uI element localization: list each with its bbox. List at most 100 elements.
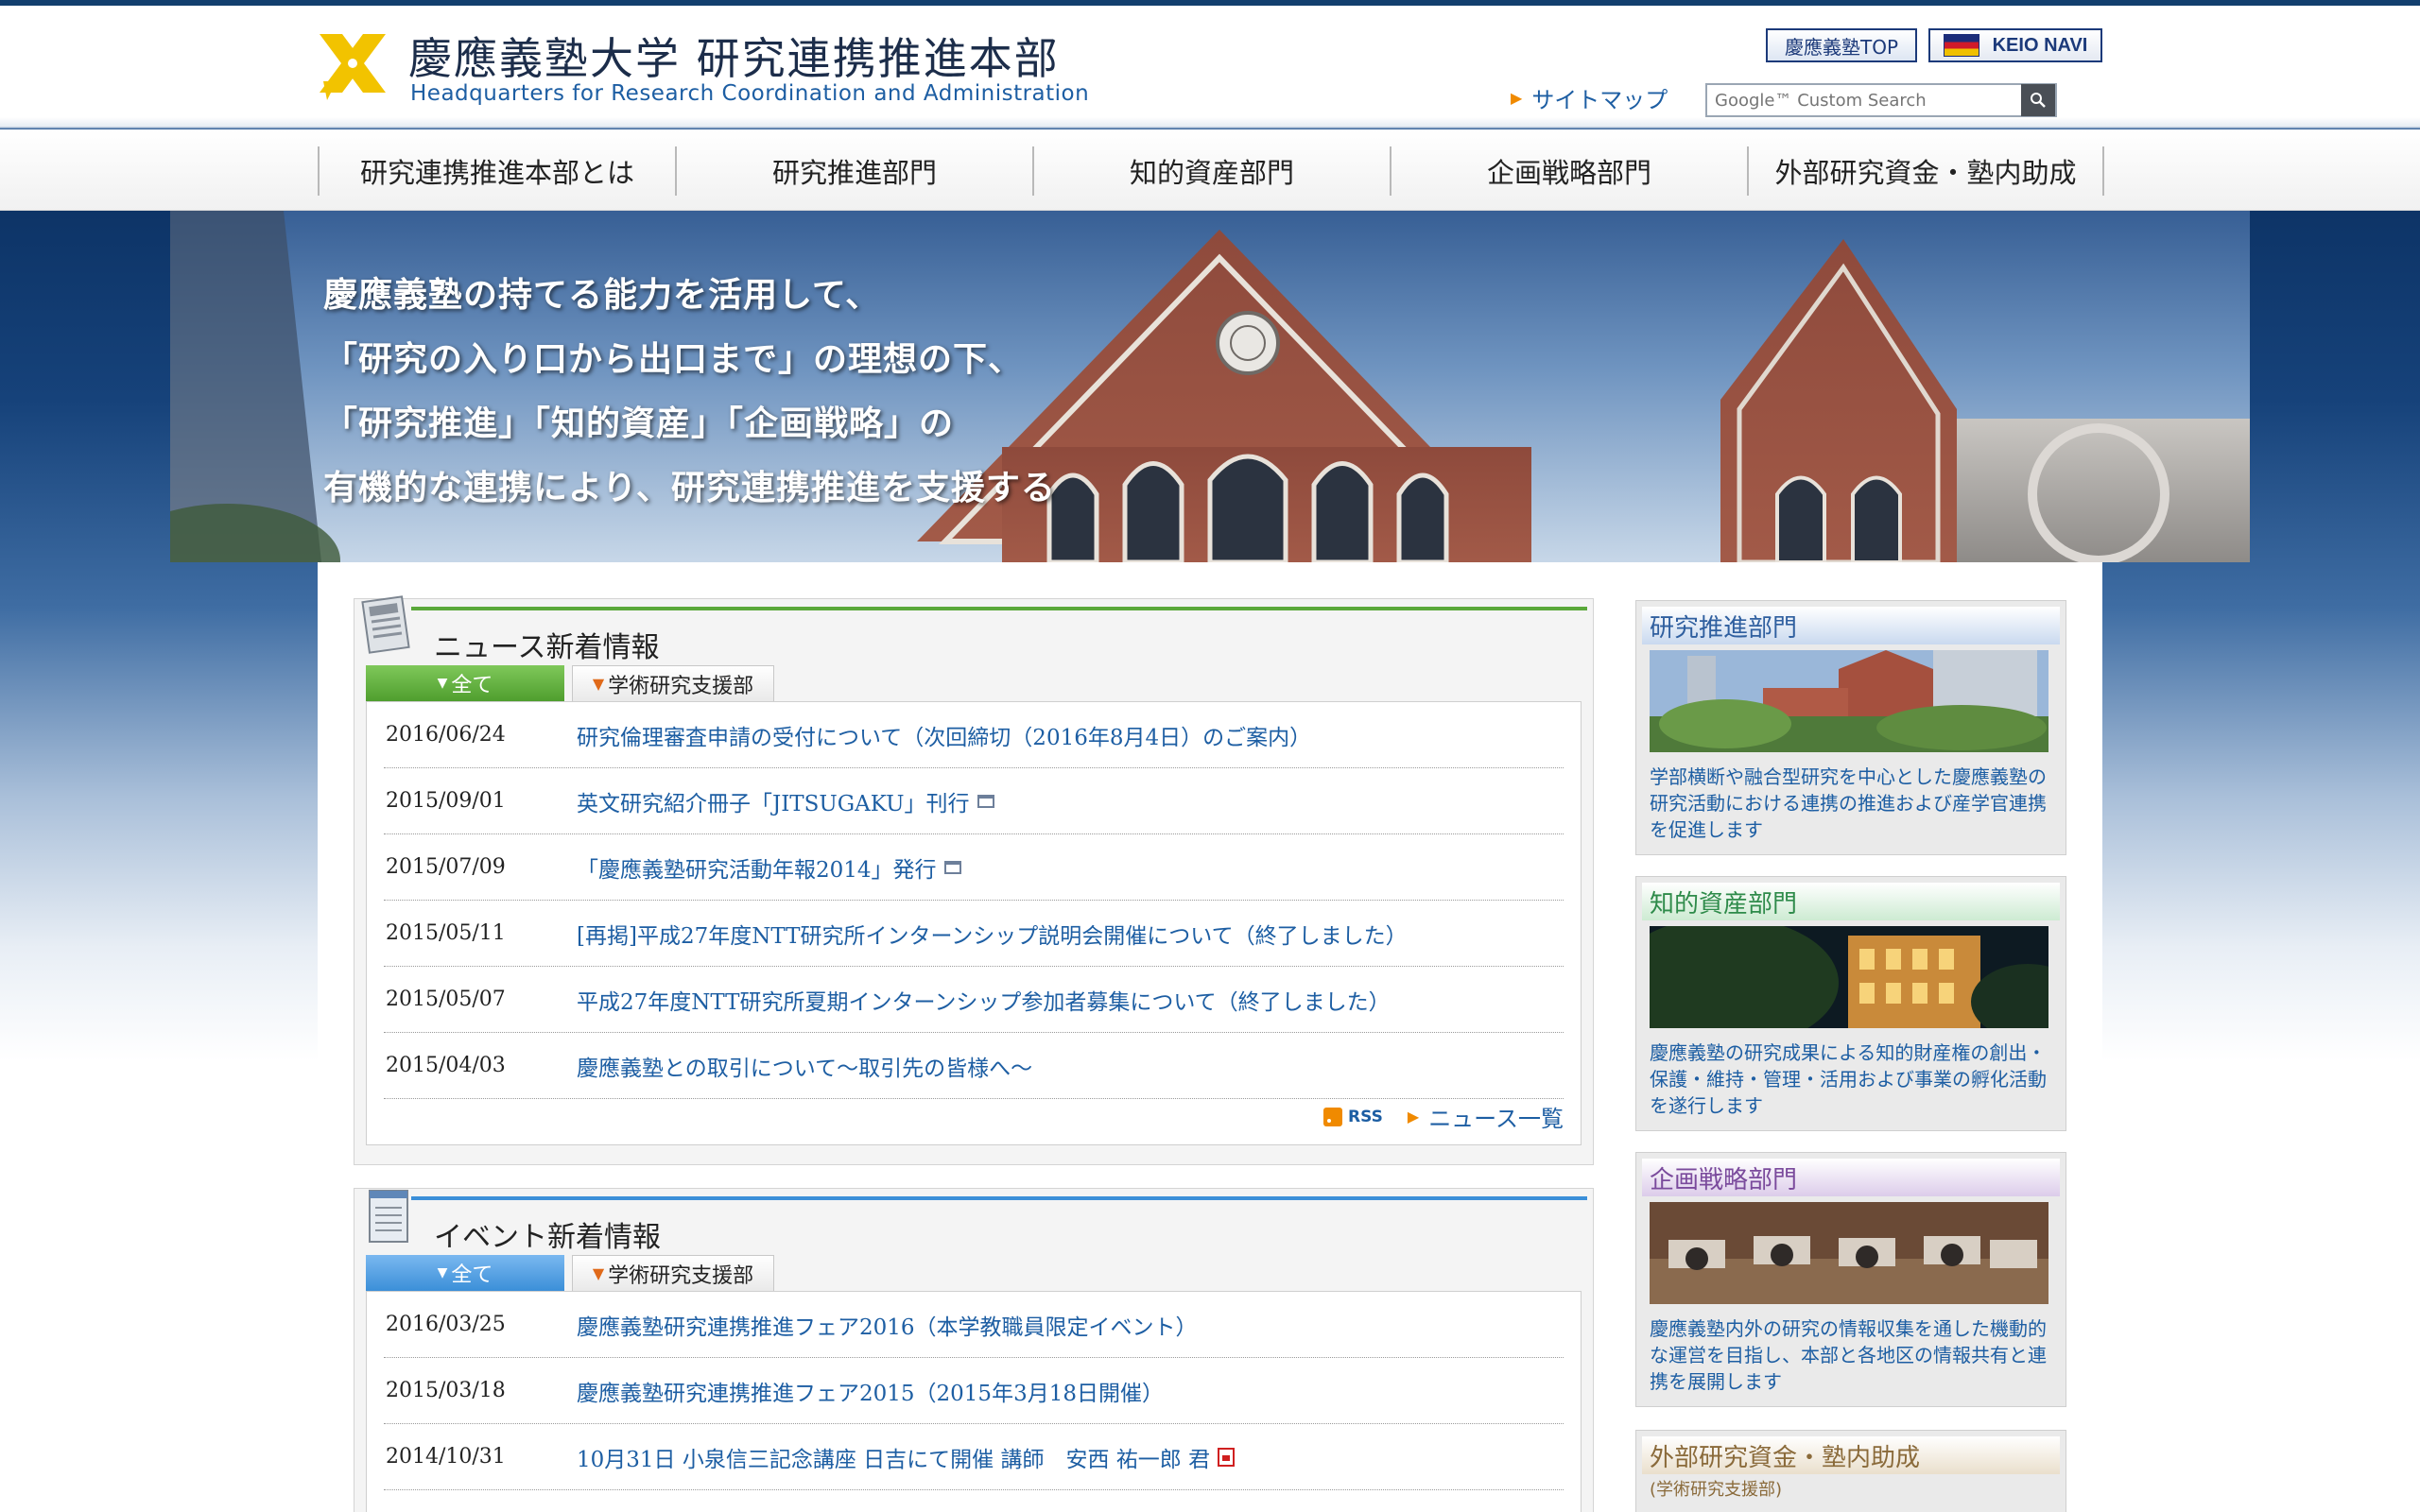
sidebar-planning-title[interactable]: 企画戦略部門 (1642, 1159, 2060, 1196)
sidebar-research-text: 学部横断や融合型研究を中心とした慶應義塾の研究活動における連携の推進および産学官… (1650, 765, 2047, 841)
tab-news-dept[interactable]: ▼ 学術研究支援部 (572, 665, 774, 701)
news-panel: ニュース新着情報 ▼ 全て ▼ 学術研究支援部 2016/06/24 研究倫理審… (354, 595, 1594, 1165)
global-nav: 研究連携推進本部とは 研究推進部門 知的資産部門 企画戦略部門 外部研究資金・塾… (0, 129, 2420, 211)
nav-item-ip[interactable]: 知的資産部門 (1032, 146, 1390, 196)
news-item[interactable]: 2015/09/01 英文研究紹介冊子「JITSUGAKU」刊行 (384, 768, 1564, 834)
news-title-link[interactable]: 英文研究紹介冊子「JITSUGAKU」刊行 (577, 785, 994, 817)
window-icon (943, 860, 961, 874)
sitemap-link[interactable]: ▶ サイトマップ (1511, 81, 1668, 114)
main-container: ニュース新着情報 ▼ 全て ▼ 学術研究支援部 2016/06/24 研究倫理審… (318, 562, 2102, 1512)
sidebar-planning-text: 慶應義塾内外の研究の情報収集を通した機動的な運営を目指し、本部と各地区の情報共有… (1650, 1317, 2047, 1393)
news-title-link[interactable]: 平成27年度NTT研究所夏期インターンシップ参加者募集について（終了しました） (577, 984, 1391, 1016)
hero-line: 「研究の入り口から出口まで」の理想の下、 (323, 339, 1024, 379)
news-item[interactable]: 2016/06/24 研究倫理審査申請の受付について（次回締切（2016年8月4… (384, 702, 1564, 768)
sidebar-research[interactable]: 研究推進部門 学部横断や融合型研究を中心とした慶應義塾の研究活動における連携の推… (1635, 600, 2066, 855)
keio-navi-button[interactable]: KEIO NAVI (1928, 28, 2102, 62)
newspaper-icon (361, 595, 410, 654)
hero-line: 「研究推進」「知的資産」「企画戦略」の (323, 404, 955, 443)
event-list: 2016/03/25 慶應義塾研究連携推進フェア2016（本学教職員限定イベント… (366, 1291, 1582, 1512)
keio-top-label: 慶應義塾TOP (1784, 35, 1899, 59)
event-panel-header: イベント新着情報 (354, 1189, 1593, 1254)
sidebar-funding[interactable]: 外部研究資金・塾内助成 (学術研究支援部) (1635, 1430, 2066, 1512)
sitemap-label: サイトマップ (1531, 87, 1668, 113)
ip-building-image[interactable] (1612, 917, 2084, 1049)
news-header-line (411, 607, 1587, 610)
nav-item-about[interactable]: 研究連携推進本部とは (318, 146, 675, 196)
news-item[interactable]: 2015/04/03 慶應義塾との取引について〜取引先の皆様へ〜 (384, 1033, 1564, 1099)
nav-item-planning[interactable]: 企画戦略部門 (1390, 146, 1747, 196)
news-date: 2016/06/24 (386, 723, 506, 747)
event-item[interactable]: 2015/03/18 慶應義塾研究連携推進フェア2015（2015年3月18日開… (384, 1358, 1564, 1424)
event-tabs: ▼ 全て ▼ 学術研究支援部 (366, 1255, 774, 1291)
site-subtitle[interactable]: Headquarters for Research Coordination a… (410, 81, 1089, 106)
sidebar-funding-title[interactable]: 外部研究資金・塾内助成 (1642, 1436, 2060, 1474)
news-tabs: ▼ 全て ▼ 学術研究支援部 (366, 665, 774, 701)
event-item[interactable]: 2016/03/25 慶應義塾研究連携推進フェア2016（本学教職員限定イベント… (384, 1292, 1564, 1358)
tab-news-all[interactable]: ▼ 全て (366, 665, 564, 701)
event-title-text: 慶應義塾研究連携推進フェア2016（本学教職員限定イベント） (577, 1314, 1198, 1340)
tab-events-all-label: 全て (451, 1263, 493, 1287)
hero-line: 有機的な連携により、研究連携推進を支援する (323, 468, 1056, 507)
event-panel: イベント新着情報 ▼ 全て ▼ 学術研究支援部 2016/03/25 慶應義塾研… (354, 1188, 1594, 1512)
news-item[interactable]: 2015/05/07 平成27年度NTT研究所夏期インターンシップ参加者募集につ… (384, 967, 1564, 1033)
news-list: 2016/06/24 研究倫理審査申請の受付について（次回締切（2016年8月4… (366, 701, 1582, 1145)
sidebar-research-title[interactable]: 研究推進部門 (1642, 607, 2060, 644)
rss-icon (1323, 1107, 1343, 1126)
tab-news-all-label: 全て (451, 674, 493, 697)
news-date: 2015/07/09 (386, 855, 506, 879)
news-title-link[interactable]: 研究倫理審査申請の受付について（次回締切（2016年8月4日）のご案内） (577, 719, 1311, 751)
sidebar-ip[interactable]: 知的資産部門 慶應義塾の研究成果による知的財産権の創出・保護・維持・管理・活用お… (1612, 876, 2084, 1131)
tab-events-dept[interactable]: ▼ 学術研究支援部 (572, 1255, 774, 1291)
rss-label: RSS (1348, 1107, 1383, 1126)
event-title-text: 10月31日 小泉信三記念講座 日吉にて開催 講師 安西 祐一郎 君 (577, 1447, 1211, 1472)
event-title-link[interactable]: 慶應義塾研究連携推進フェア2016（本学教職員限定イベント） (577, 1309, 1198, 1341)
news-title: ニュース新着情報 (434, 631, 660, 664)
event-date: 2016/03/25 (386, 1313, 506, 1336)
tab-marker-icon: ▼ (592, 675, 605, 693)
sidebar-ip-text: 慶應義塾の研究成果による知的財産権の創出・保護・維持・管理・活用および事業の孵化… (1650, 1041, 2047, 1117)
event-title-link[interactable]: 慶應義塾研究連携推進フェア2015（2015年3月18日開催） (577, 1375, 1164, 1407)
research-campus-image[interactable] (1650, 650, 2048, 752)
tab-news-dept-label: 学術研究支援部 (608, 674, 754, 698)
search-input[interactable] (1707, 85, 2021, 115)
hero-copy: 慶應義塾の持てる能力を活用して、 「研究の入り口から出口まで」の理想の下、 「研… (323, 263, 1056, 520)
keio-top-button[interactable]: 慶應義塾TOP (1766, 28, 1917, 62)
hero-line: 慶應義塾の持てる能力を活用して、 (323, 275, 881, 315)
pdf-icon (1218, 1447, 1236, 1467)
sidebar-planning[interactable]: 企画戦略部門 慶應義塾内外の研究の情報収集を通した機動的な運営を目指し、本部と各… (1635, 1152, 2066, 1407)
news-panel-header: ニュース新着情報 (354, 595, 1593, 664)
event-title-text: 慶應義塾研究連携推進フェア2015（2015年3月18日開催） (577, 1381, 1164, 1406)
event-item[interactable]: 2014/10/31 10月31日 小泉信三記念講座 日吉にて開催 講師 安西 … (384, 1424, 1564, 1490)
news-title-text: 「慶應義塾研究活動年報2014」発行 (577, 857, 937, 883)
planning-office-image[interactable] (1650, 1202, 2048, 1304)
tab-events-all[interactable]: ▼ 全て (366, 1255, 564, 1291)
news-date: 2015/04/03 (386, 1054, 506, 1077)
tab-events-dept-label: 学術研究支援部 (608, 1263, 754, 1288)
nav-item-funding[interactable]: 外部研究資金・塾内助成 (1747, 146, 2104, 196)
event-title-link[interactable]: 10月31日 小泉信三記念講座 日吉にて開催 講師 安西 祐一郎 君 (577, 1441, 1236, 1473)
nav-item-research[interactable]: 研究推進部門 (675, 146, 1032, 196)
event-date: 2014/10/31 (386, 1445, 506, 1469)
keio-pen-logo-icon[interactable] (314, 26, 391, 104)
event-header-line (411, 1196, 1587, 1200)
search-button[interactable] (2021, 84, 2055, 116)
news-date: 2015/09/01 (386, 789, 506, 813)
news-date: 2015/05/07 (386, 988, 506, 1011)
news-item[interactable]: 2015/05/11 [再掲]平成27年度NTT研究所インターンシップ説明会開催… (384, 901, 1564, 967)
news-title-link[interactable]: 慶應義塾との取引について〜取引先の皆様へ〜 (577, 1050, 1032, 1082)
site-title[interactable]: 慶應義塾大学 研究連携推進本部 (408, 25, 1060, 87)
tab-marker-icon: ▼ (437, 1265, 448, 1280)
rss-link[interactable]: RSS (1323, 1107, 1383, 1126)
news-item[interactable]: 2015/07/09 「慶應義塾研究活動年報2014」発行 (384, 834, 1564, 901)
news-title-text: 研究倫理審査申請の受付について（次回締切（2016年8月4日）のご案内） (577, 725, 1312, 750)
news-date: 2015/05/11 (386, 921, 506, 945)
news-title-link[interactable]: 「慶應義塾研究活動年報2014」発行 (577, 851, 961, 884)
search-icon (2031, 93, 2046, 108)
news-title-link[interactable]: [再掲]平成27年度NTT研究所インターンシップ説明会開催について（終了しました… (577, 918, 1408, 950)
keio-navi-label: KEIO NAVI (1992, 34, 2088, 56)
window-icon (977, 794, 994, 808)
news-title-text: 慶應義塾との取引について〜取引先の皆様へ〜 (577, 1056, 1033, 1081)
sidebar-ip-title[interactable]: 知的資産部門 (1642, 883, 2060, 920)
news-list-link[interactable]: ▶ ニュース一覧 (1408, 1100, 1564, 1133)
arrow-right-icon: ▶ (1407, 1108, 1420, 1125)
